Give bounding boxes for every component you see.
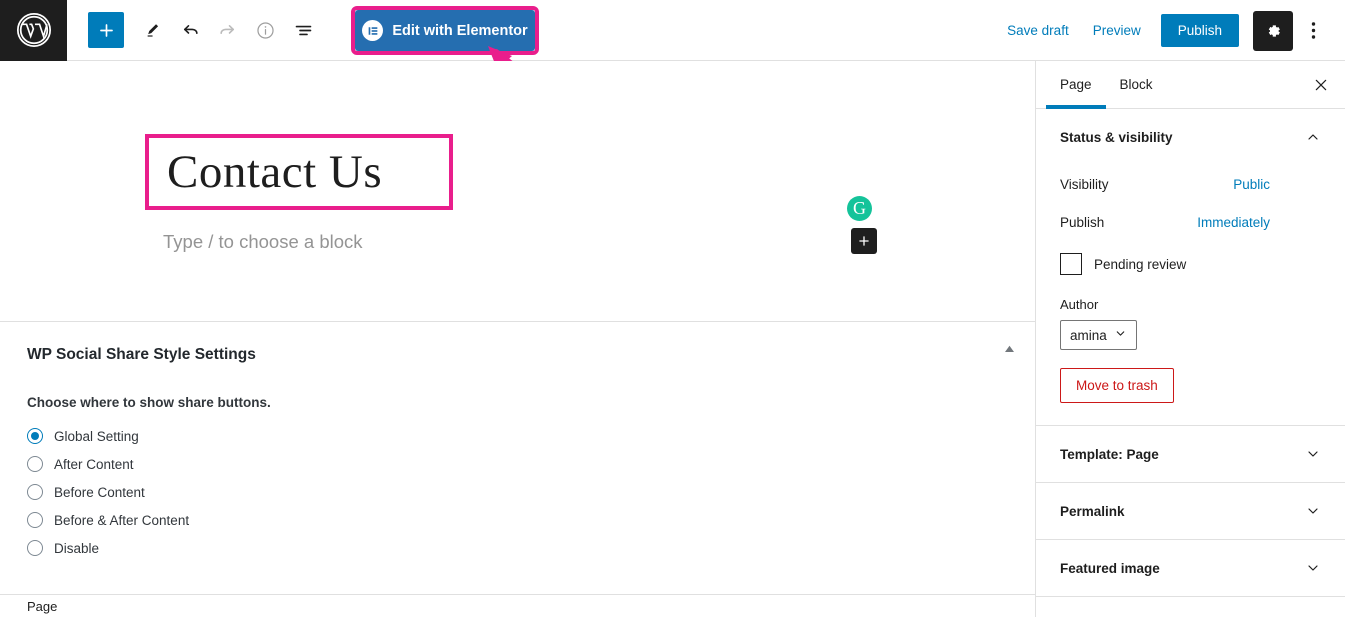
radio-indicator[interactable] xyxy=(27,512,43,528)
wp-social-share-panel-body: Choose where to show share buttons. Glob… xyxy=(27,395,271,562)
chevron-down-icon[interactable] xyxy=(1305,446,1321,462)
wordpress-logo-icon[interactable] xyxy=(0,0,67,61)
visibility-label: Visibility xyxy=(1060,176,1109,192)
radio-indicator[interactable] xyxy=(27,540,43,556)
pending-review-row[interactable]: Pending review xyxy=(1060,253,1321,275)
share-location-label: Choose where to show share buttons. xyxy=(27,395,271,410)
post-title-highlight: Contact Us xyxy=(145,134,453,210)
chevron-up-icon[interactable] xyxy=(1305,129,1321,145)
radio-option-global-setting[interactable]: Global Setting xyxy=(27,422,271,450)
status-visibility-body: Visibility Public Publish Immediately Pe… xyxy=(1036,165,1345,425)
list-view-icon[interactable] xyxy=(285,12,321,48)
visibility-value-button[interactable]: Public xyxy=(1233,177,1270,192)
visibility-row: Visibility Public xyxy=(1060,165,1321,203)
publish-label: Publish xyxy=(1060,214,1105,230)
tab-page[interactable]: Page xyxy=(1046,61,1106,109)
block-inserter-button[interactable] xyxy=(88,12,124,48)
featured-image-section: Featured image xyxy=(1036,540,1345,597)
template-title: Template: Page xyxy=(1060,446,1159,462)
wp-social-share-panel-title: WP Social Share Style Settings xyxy=(27,346,256,363)
tools-pencil-icon[interactable] xyxy=(135,12,171,48)
more-options-icon[interactable] xyxy=(1295,11,1331,51)
triangle-up-icon[interactable] xyxy=(1004,345,1015,356)
redo-icon xyxy=(209,12,245,48)
author-label: Author xyxy=(1060,297,1099,312)
publish-button[interactable]: Publish xyxy=(1160,14,1239,47)
tab-block[interactable]: Block xyxy=(1106,61,1167,108)
publish-row: Publish Immediately xyxy=(1060,203,1321,241)
pending-review-checkbox[interactable] xyxy=(1060,253,1082,275)
info-circle-icon[interactable] xyxy=(247,12,283,48)
undo-icon[interactable] xyxy=(173,12,209,48)
template-section: Template: Page xyxy=(1036,426,1345,483)
editor-toolbar: Edit with Elementor Save draft Preview P… xyxy=(0,0,1345,61)
settings-gear-icon[interactable] xyxy=(1253,10,1293,51)
edit-with-elementor-label: Edit with Elementor xyxy=(392,22,528,39)
canvas-block-inserter-button[interactable] xyxy=(851,228,877,254)
status-visibility-section: Status & visibility Visibility Public Pu… xyxy=(1036,109,1345,426)
featured-image-header[interactable]: Featured image xyxy=(1036,540,1345,596)
featured-image-title: Featured image xyxy=(1060,560,1160,576)
editor-canvas: Contact Us Type / to choose a block G xyxy=(0,61,1035,322)
publish-value-button[interactable]: Immediately xyxy=(1197,215,1270,230)
statusbar-breadcrumb[interactable]: Page xyxy=(0,599,57,614)
wordpress-block-editor: Edit with Elementor Save draft Preview P… xyxy=(0,0,1345,617)
radio-option-disable[interactable]: Disable xyxy=(27,534,271,562)
toolbar-right-group: Save draft Preview Publish xyxy=(995,0,1331,61)
edit-with-elementor-button[interactable]: Edit with Elementor xyxy=(355,10,535,51)
status-visibility-header[interactable]: Status & visibility xyxy=(1036,109,1345,165)
radio-indicator[interactable] xyxy=(27,484,43,500)
grammarly-icon[interactable]: G xyxy=(847,196,872,221)
sidebar-tabs: Page Block xyxy=(1036,61,1345,109)
close-icon[interactable] xyxy=(1307,71,1335,99)
radio-option-after-content[interactable]: After Content xyxy=(27,450,271,478)
block-placeholder-text[interactable]: Type / to choose a block xyxy=(163,231,363,253)
permalink-title: Permalink xyxy=(1060,503,1125,519)
wp-social-share-panel: WP Social Share Style Settings Choose wh… xyxy=(0,323,1035,594)
elementor-logo-icon xyxy=(362,20,384,41)
pending-review-label: Pending review xyxy=(1094,256,1187,272)
radio-label: Before Content xyxy=(54,484,145,500)
chevron-down-icon xyxy=(1114,327,1127,343)
settings-sidebar: Page Block Status & visibility Visibilit… xyxy=(1035,61,1345,617)
radio-label: Global Setting xyxy=(54,428,139,444)
preview-button[interactable]: Preview xyxy=(1081,15,1153,46)
author-select[interactable]: amina xyxy=(1060,320,1137,350)
radio-indicator[interactable] xyxy=(27,456,43,472)
move-to-trash-button[interactable]: Move to trash xyxy=(1060,368,1174,403)
author-value: amina xyxy=(1070,327,1107,343)
status-visibility-title: Status & visibility xyxy=(1060,129,1173,145)
chevron-down-icon[interactable] xyxy=(1305,503,1321,519)
radio-option-before-after-content[interactable]: Before & After Content xyxy=(27,506,271,534)
post-title[interactable]: Contact Us xyxy=(149,148,382,196)
template-header[interactable]: Template: Page xyxy=(1036,426,1345,482)
radio-label: Before & After Content xyxy=(54,512,190,528)
editor-statusbar: Page xyxy=(0,594,1035,617)
edit-with-elementor-highlight: Edit with Elementor xyxy=(351,6,539,55)
radio-option-before-content[interactable]: Before Content xyxy=(27,478,271,506)
toolbar-left-group xyxy=(67,12,321,48)
radio-label: Disable xyxy=(54,540,100,556)
chevron-down-icon[interactable] xyxy=(1305,560,1321,576)
permalink-header[interactable]: Permalink xyxy=(1036,483,1345,539)
save-draft-button[interactable]: Save draft xyxy=(995,15,1081,46)
radio-indicator[interactable] xyxy=(27,428,43,444)
radio-label: After Content xyxy=(54,456,134,472)
permalink-section: Permalink xyxy=(1036,483,1345,540)
